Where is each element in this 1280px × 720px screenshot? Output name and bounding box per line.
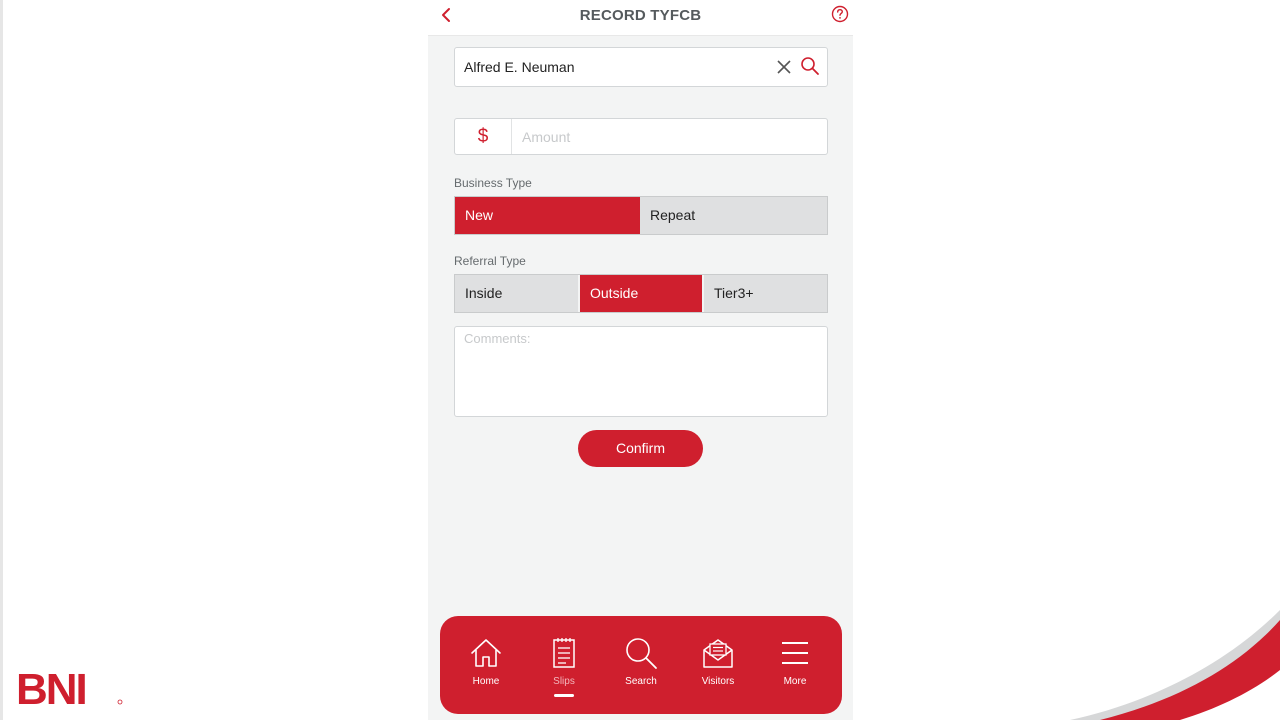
menu-icon <box>782 642 808 664</box>
business-type-repeat-button[interactable]: Repeat <box>640 197 827 234</box>
confirm-button[interactable]: Confirm <box>578 430 703 467</box>
home-icon <box>471 639 501 667</box>
tab-more[interactable]: More <box>765 634 825 704</box>
app-header: RECORD TYFCB <box>428 0 853 36</box>
tab-more-label: More <box>783 676 807 687</box>
referral-type-inside-button[interactable]: Inside <box>455 275 578 312</box>
tab-visitors[interactable]: Visitors <box>688 634 748 704</box>
member-input[interactable] <box>464 48 764 86</box>
search-icon[interactable] <box>800 56 820 76</box>
tab-search[interactable]: Search <box>611 634 671 704</box>
window-edge <box>0 0 3 720</box>
tab-search-label: Search <box>625 676 657 687</box>
tab-home[interactable]: Home <box>456 634 516 704</box>
help-icon[interactable] <box>831 5 849 23</box>
amount-field: $ <box>454 118 828 155</box>
amount-input[interactable] <box>522 119 812 154</box>
bni-logo: BNI <box>16 665 123 710</box>
page-title: RECORD TYFCB <box>579 7 702 24</box>
tab-visitors-label: Visitors <box>701 676 735 687</box>
clear-icon[interactable] <box>775 58 793 76</box>
search-icon <box>626 638 657 669</box>
referral-type-label: Referral Type <box>454 254 526 268</box>
slips-icon <box>553 638 575 668</box>
tab-slips[interactable]: Slips <box>534 634 594 704</box>
dollar-icon: $ <box>455 119 512 154</box>
business-type-label: Business Type <box>454 176 532 190</box>
visitors-icon <box>703 639 733 668</box>
member-field <box>454 47 828 87</box>
screen: RECORD TYFCB $ Business Type New <box>0 0 1280 720</box>
referral-type-outside-button[interactable]: Outside <box>580 275 702 312</box>
business-type-new-button[interactable]: New <box>455 197 640 234</box>
app-screen: RECORD TYFCB $ Business Type New <box>428 0 853 720</box>
bni-logo-text: BNI <box>16 665 86 710</box>
decorative-swoosh <box>1070 610 1280 720</box>
tab-home-label: Home <box>472 676 500 687</box>
active-tab-indicator <box>554 694 574 697</box>
referral-type-segmented-control: Inside Outside Tier3+ <box>454 274 828 313</box>
tab-slips-label: Slips <box>553 676 575 687</box>
comments-input[interactable] <box>464 331 818 413</box>
business-type-segmented-control: New Repeat <box>454 196 828 235</box>
referral-type-tier3-button[interactable]: Tier3+ <box>704 275 827 312</box>
comments-field <box>454 326 828 417</box>
bottom-tab-bar: Home Slips Search Visitors More <box>440 616 842 714</box>
